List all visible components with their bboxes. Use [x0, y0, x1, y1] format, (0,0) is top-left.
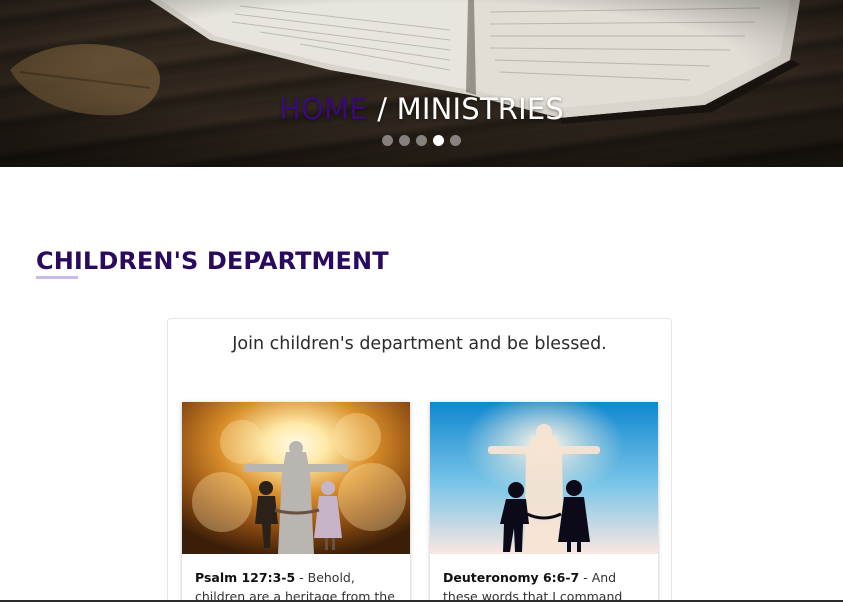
slider-dots [0, 135, 843, 146]
slider-dot-1[interactable] [382, 135, 393, 146]
slider-dot-5[interactable] [450, 135, 461, 146]
slider-dot-4[interactable] [433, 135, 444, 146]
breadcrumb-home-link[interactable]: HOME [279, 92, 368, 126]
scripture-card[interactable]: Deuteronomy 6:6-7 - And these words that… [430, 402, 658, 602]
section-title: CHILDREN'S DEPARTMENT [36, 247, 389, 275]
breadcrumb-separator: / [367, 92, 397, 126]
card-image-jesus-children-clouds [182, 402, 410, 554]
slider-dot-2[interactable] [399, 135, 410, 146]
panel-heading: Join children's department and be blesse… [232, 334, 607, 354]
card-text: Deuteronomy 6:6-7 - And these words that… [430, 554, 658, 602]
title-underline [36, 276, 78, 279]
content-panel: Join children's department and be blesse… [167, 318, 672, 602]
scripture-reference: Deuteronomy 6:6-7 [443, 570, 580, 585]
breadcrumb-current: MINISTRIES [396, 92, 564, 126]
breadcrumb: HOME / MINISTRIES [0, 92, 843, 126]
card-image-children-silhouette [430, 402, 658, 554]
hero-banner: HOME / MINISTRIES [0, 0, 843, 167]
scripture-card[interactable]: Psalm 127:3-5 - Behold, children are a h… [182, 402, 410, 602]
card-text: Psalm 127:3-5 - Behold, children are a h… [182, 554, 410, 602]
slider-dot-3[interactable] [416, 135, 427, 146]
scripture-reference: Psalm 127:3-5 [195, 570, 296, 585]
